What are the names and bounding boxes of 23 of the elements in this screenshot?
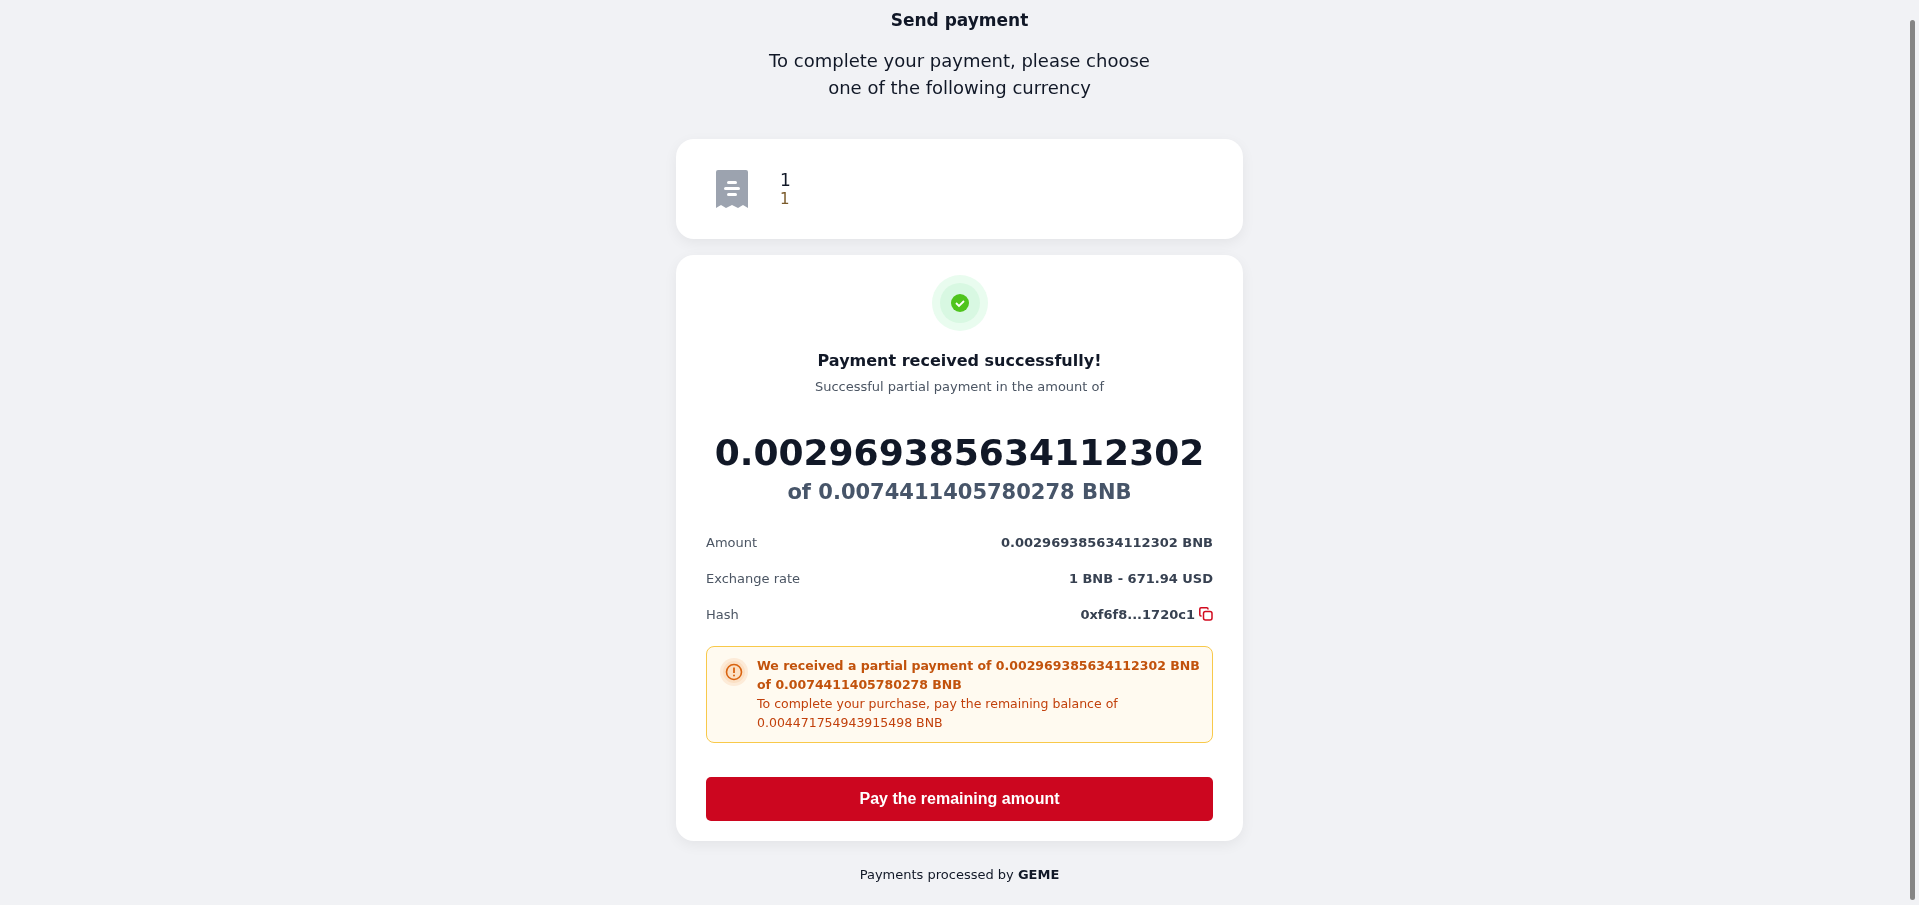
detail-label: Hash <box>706 605 739 624</box>
success-icon <box>931 274 988 331</box>
status-subtitle: Successful partial payment in the amount of <box>813 377 1106 396</box>
page-subtitle: To complete your payment, please choose one of the following currency <box>768 48 1151 100</box>
paid-amount: 0.002969385634112302 <box>713 431 1206 475</box>
page-title: Send payment <box>889 9 1030 32</box>
detail-value: 0.002969385634112302 BNB <box>1000 533 1213 552</box>
scrollbar[interactable] <box>1910 20 1915 900</box>
receipt-icon <box>716 169 748 208</box>
total-amount: of 0.0074411405780278 BNB <box>786 478 1133 506</box>
detail-label: Amount <box>706 533 758 552</box>
alert-title: We received a partial payment of 0.002969385634112302 BNB of 0.0074411405780278 BNB <box>757 657 1200 695</box>
order-title: 1 <box>780 169 791 190</box>
warning-icon <box>719 657 749 688</box>
footer-text: Payments processed by GEME <box>858 866 1061 885</box>
copy-icon[interactable] <box>1199 607 1213 622</box>
order-subtitle: 1 <box>780 189 791 208</box>
detail-value: 0xf6f8...1720c1 <box>1080 605 1195 624</box>
detail-value: 1 BNB - 671.94 USD <box>1068 569 1213 588</box>
alert-text: To complete your purchase, pay the remaining balance of 0.004471754943915498 BNB <box>757 694 1119 732</box>
pay-remaining-button[interactable]: Pay the remaining amount <box>706 777 1213 822</box>
detail-label: Exchange rate <box>706 569 801 588</box>
status-title: Payment received successfully! <box>816 349 1103 372</box>
